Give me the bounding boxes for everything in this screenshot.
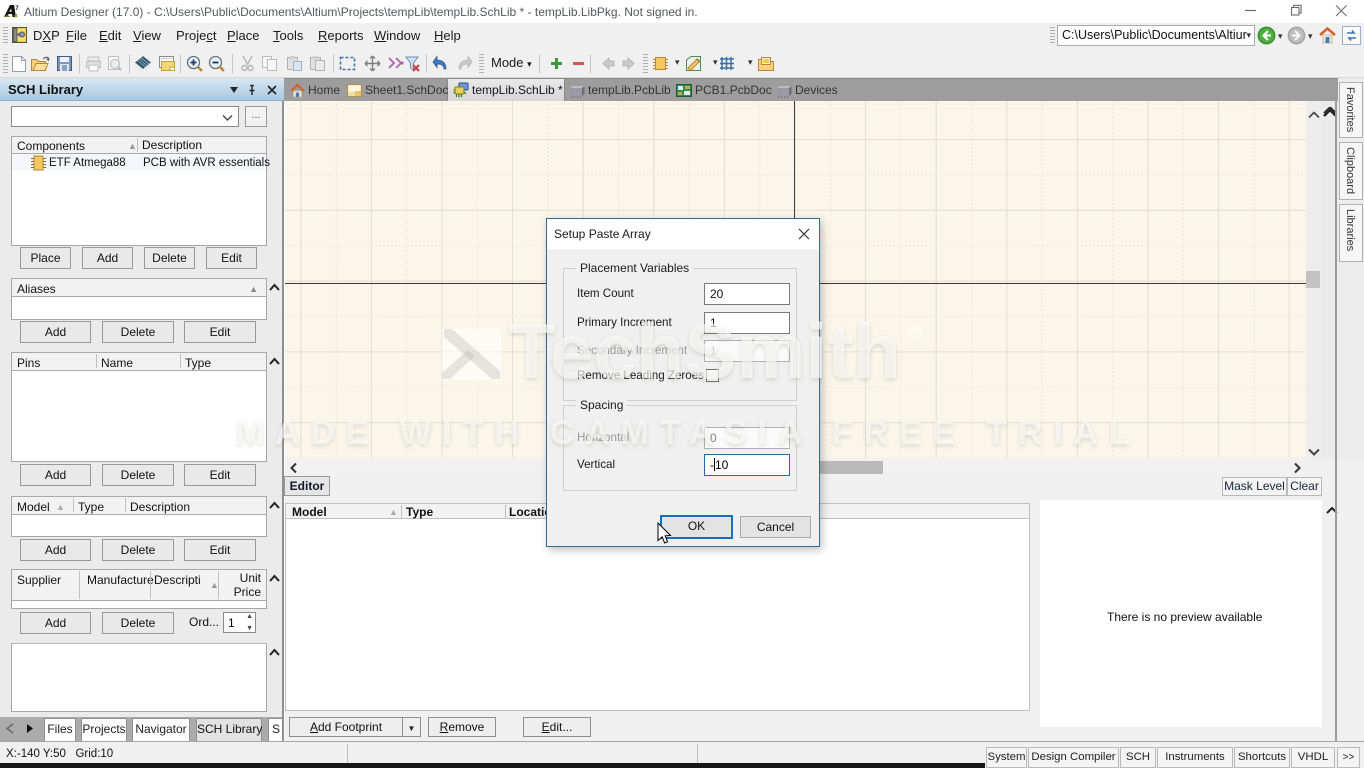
svg-text:17: 17 <box>12 6 19 12</box>
